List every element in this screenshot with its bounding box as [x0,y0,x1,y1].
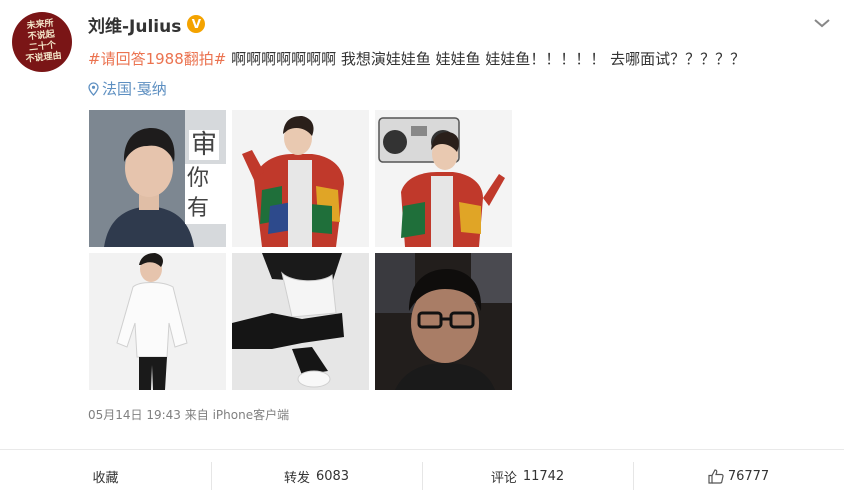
thumbs-up-icon [708,468,724,484]
location-text: 法国·戛纳 [102,80,167,98]
location-link[interactable]: 法国·戛纳 [88,80,167,98]
comment-count: 11742 [522,468,565,484]
photo-sitting-pose[interactable] [232,253,369,390]
post-meta: 05月14日 19:43 来自 iPhone客户端 [88,408,290,422]
sitting-pose-illustration [232,253,369,390]
hashtag-link[interactable]: #请回答1988翻拍# [88,50,226,68]
comment-button[interactable]: 评论 11742 [422,453,633,499]
repost-button[interactable]: 转发 6083 [211,453,422,499]
like-button[interactable]: 76777 [633,453,844,499]
divider [0,449,844,450]
photo-boombox[interactable] [375,110,512,247]
post-text: #请回答1988翻拍# 啊啊啊啊啊啊啊 我想演娃娃鱼 娃娃鱼 娃娃鱼！！！！！ … [88,44,748,104]
favorite-label: 收藏 [92,470,119,486]
photo-car-selfie[interactable] [375,253,512,390]
favorite-button[interactable]: 收藏 [0,453,211,499]
photo-grid: 审 你有 [89,110,513,390]
overlay-text-2: 你有 [185,164,226,224]
repost-label: 转发 [283,470,310,486]
location-pin-icon [88,82,99,96]
verified-badge-icon: V [187,15,206,33]
like-count: 76777 [727,468,770,484]
overlay-text-1: 审 [189,130,220,160]
photo-portrait[interactable]: 审 你有 [89,110,226,247]
post-header: 刘维-Julius V [88,12,206,37]
action-bar: 收藏 转发 6083 评论 11742 76777 [0,453,844,499]
repost-count: 6083 [315,468,350,484]
car-selfie-illustration [375,253,512,390]
white-shirt-illustration [89,253,226,390]
username-link[interactable]: 刘维-Julius [88,12,181,37]
photo-colorful-cardigan[interactable] [232,110,369,247]
photo-white-shirt[interactable] [89,253,226,390]
avatar-text: 未来所 不说起 二十个 不说理由 [25,18,63,65]
post-body-text: 啊啊啊啊啊啊啊 我想演娃娃鱼 娃娃鱼 娃娃鱼！！！！！ 去哪面试？？？？？ [226,50,746,68]
cardigan-illustration [232,110,369,247]
boombox-illustration [375,110,512,247]
chevron-down-icon[interactable] [812,16,832,30]
comment-label: 评论 [490,470,517,486]
avatar[interactable]: 未来所 不说起 二十个 不说理由 [12,12,72,72]
